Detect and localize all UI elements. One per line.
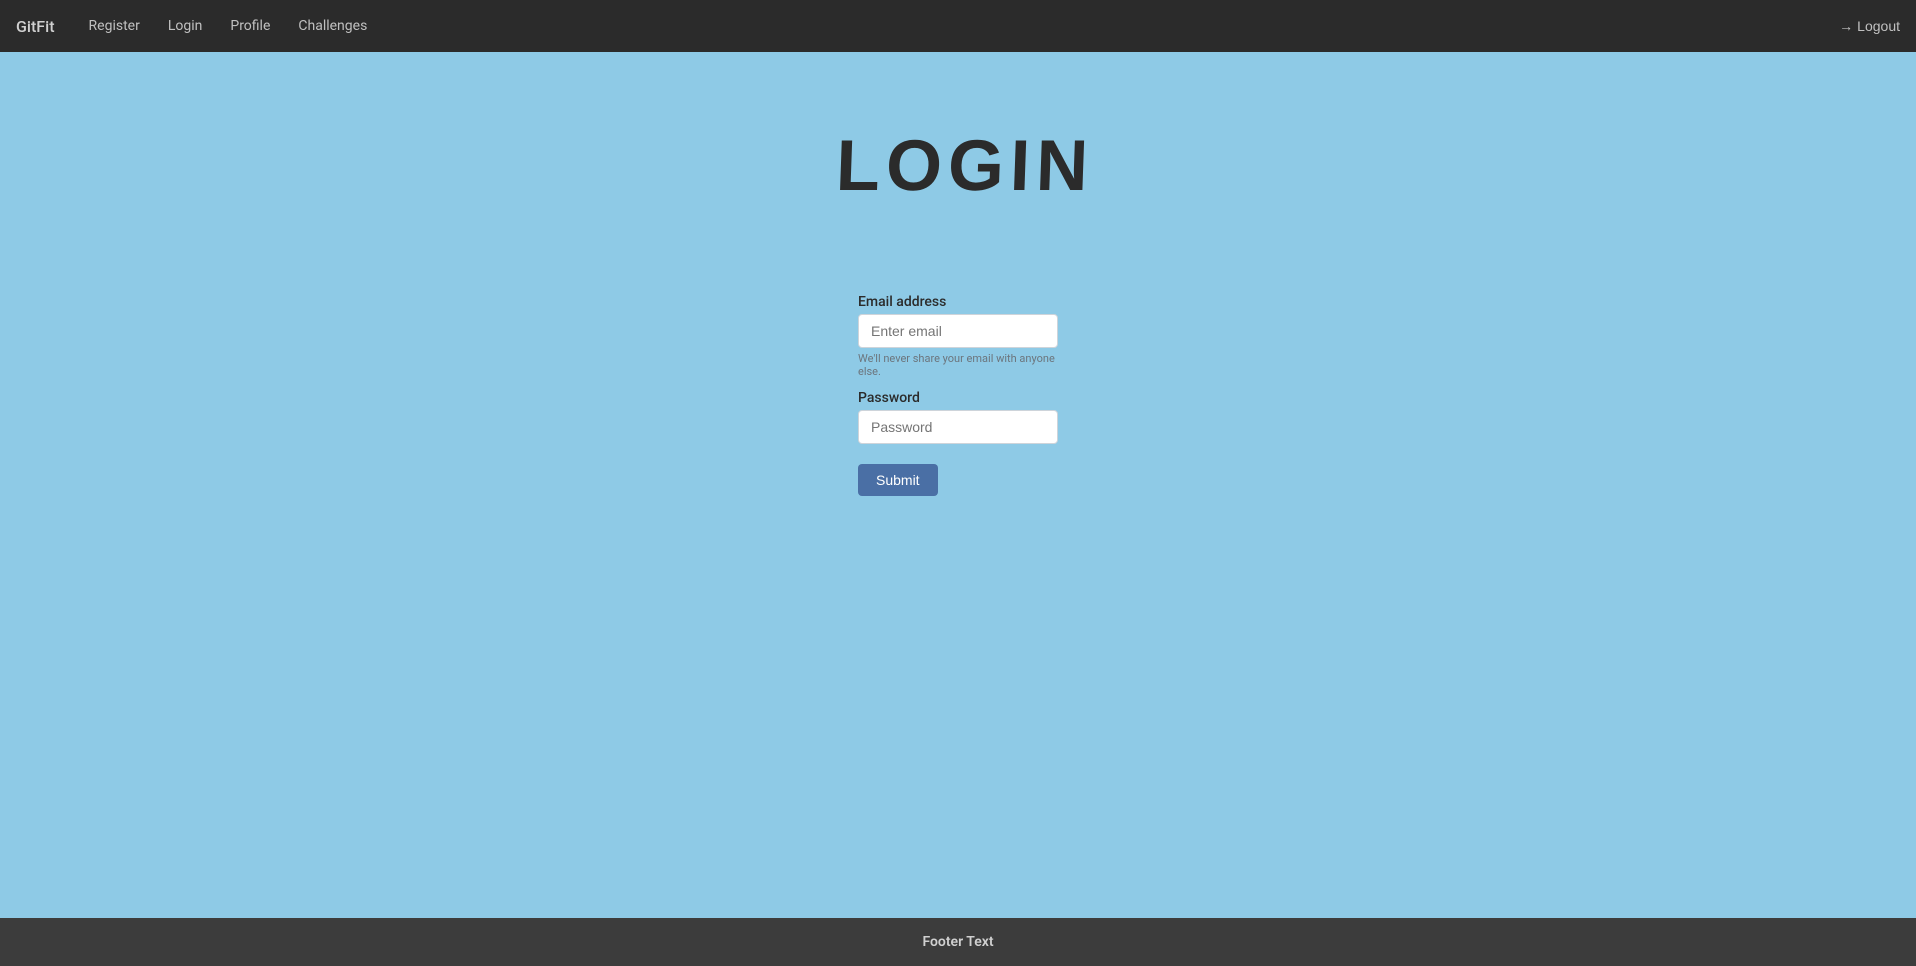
- email-form-group: Email address We'll never share your ema…: [858, 294, 1058, 378]
- email-label: Email address: [858, 294, 1058, 310]
- login-form: Email address We'll never share your ema…: [858, 294, 1058, 496]
- footer: Footer Text: [0, 918, 1916, 966]
- logout-label: Logout: [1857, 18, 1900, 34]
- svg-text:LOGIN: LOGIN: [835, 126, 1088, 202]
- password-input[interactable]: [858, 410, 1058, 444]
- password-label: Password: [858, 390, 1058, 406]
- password-form-group: Password: [858, 390, 1058, 444]
- main-content: LOGIN Email address We'll never share yo…: [0, 52, 1916, 918]
- email-hint: We'll never share your email with anyone…: [858, 352, 1058, 378]
- page-title: LOGIN: [828, 112, 1088, 218]
- nav-link-login[interactable]: Login: [158, 12, 213, 40]
- footer-text: Footer Text: [922, 934, 993, 950]
- email-input[interactable]: [858, 314, 1058, 348]
- nav-link-register[interactable]: Register: [79, 12, 150, 40]
- navbar: GitFit Register Login Profile Challenges…: [0, 0, 1916, 52]
- title-wrapper: LOGIN: [828, 112, 1088, 258]
- logout-icon: →: [1839, 18, 1853, 34]
- navbar-brand[interactable]: GitFit: [16, 17, 55, 36]
- logout-button[interactable]: → Logout: [1839, 18, 1900, 34]
- navbar-links: Register Login Profile Challenges: [79, 12, 1840, 40]
- nav-link-profile[interactable]: Profile: [220, 12, 280, 40]
- nav-link-challenges[interactable]: Challenges: [288, 12, 377, 40]
- page-title-svg: LOGIN: [828, 112, 1088, 202]
- submit-button[interactable]: Submit: [858, 464, 938, 496]
